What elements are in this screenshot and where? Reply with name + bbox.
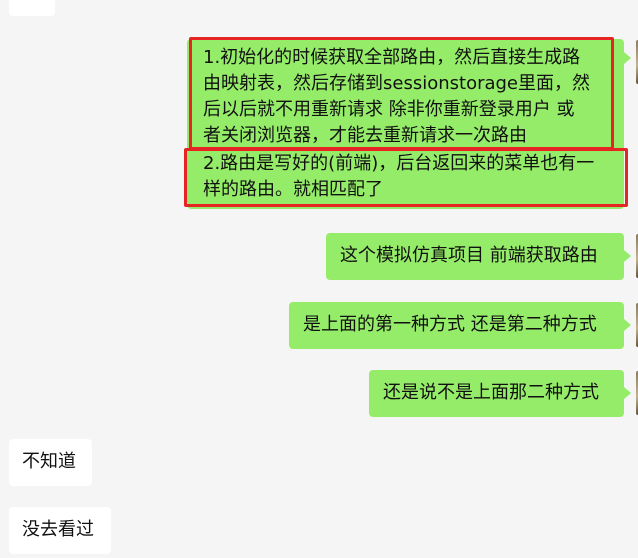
message-line: 2.路由是写好的(前端)，后台返回来的菜单也有一 xyxy=(203,153,595,174)
message-text: 没去看过 xyxy=(22,519,94,540)
message-line: 后以后就不用重新请求 除非你重新登录用户 或 xyxy=(203,99,575,120)
message-line: 由映射表，然后存储到sessionstorage里面，然 xyxy=(203,73,591,94)
message-text: 不知道 xyxy=(22,451,76,472)
cropped-incoming-bubble xyxy=(9,0,55,16)
bubble-tail xyxy=(624,319,631,331)
message-bubble[interactable]: 是上面的第一种方式 还是第二种方式 xyxy=(289,302,624,349)
message-line: 1.初始化的时候获取全部路由，然后直接生成路 xyxy=(203,47,581,68)
message-bubble-incoming[interactable]: 不知道 xyxy=(9,439,92,486)
bubble-tail xyxy=(624,250,631,262)
message-line: 样的路由。就相匹配了 xyxy=(203,179,383,200)
bubble-tail xyxy=(624,52,631,64)
message-bubble[interactable]: 这个模拟仿真项目 前端获取路由 xyxy=(326,233,624,280)
bubble-tail xyxy=(624,387,631,399)
message-text: 是上面的第一种方式 还是第二种方式 xyxy=(303,314,597,335)
message-text: 这个模拟仿真项目 前端获取路由 xyxy=(340,245,598,266)
message-line: 者关闭浏览器，才能去重新请求一次路由 xyxy=(203,125,527,146)
message-bubble[interactable]: 还是说不是上面那二种方式 xyxy=(369,370,624,417)
message-bubble-long[interactable]: 1.初始化的时候获取全部路由，然后直接生成路 由映射表，然后存储到session… xyxy=(187,39,624,209)
message-text: 还是说不是上面那二种方式 xyxy=(383,382,599,403)
message-bubble-incoming[interactable]: 没去看过 xyxy=(9,507,111,554)
